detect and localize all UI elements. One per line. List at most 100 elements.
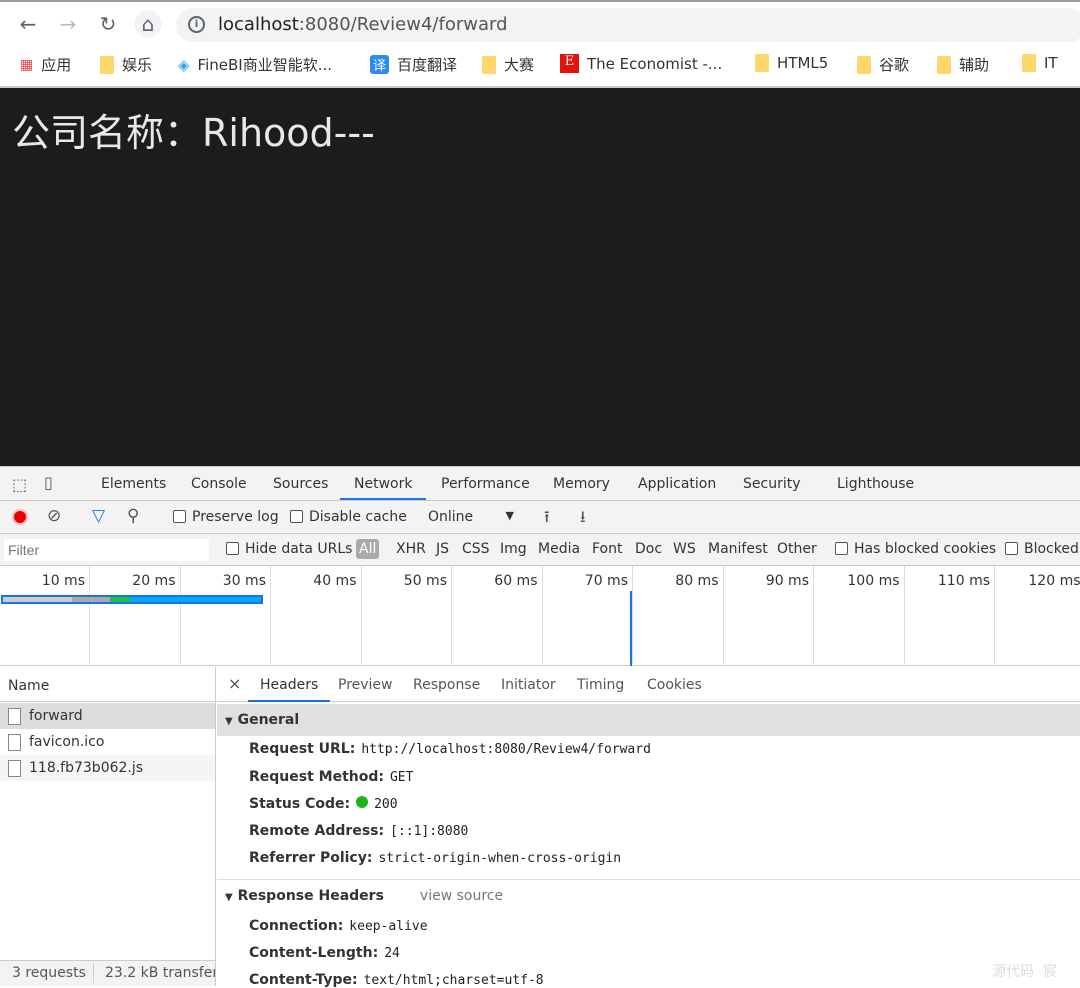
document-icon bbox=[8, 708, 21, 725]
watermark: 源代码 宸 bbox=[992, 961, 1057, 981]
bookmark-folder[interactable]: 谷歌 bbox=[857, 54, 909, 75]
forward-icon[interactable]: → bbox=[54, 10, 82, 38]
type-filter-manifest[interactable]: Manifest bbox=[708, 541, 768, 557]
tab-lighthouse[interactable]: Lighthouse bbox=[837, 476, 914, 492]
script-file-icon bbox=[8, 760, 21, 777]
request-bar-forward bbox=[1, 595, 263, 604]
inspect-element-icon[interactable]: ⬚ bbox=[12, 475, 27, 494]
page-content: 公司名称：Rihood--- bbox=[0, 88, 1080, 466]
response-headers-section-header[interactable]: ▼ Response Headersview source bbox=[217, 880, 1080, 912]
type-filter-font[interactable]: Font bbox=[592, 541, 622, 557]
tab-console[interactable]: Console bbox=[191, 476, 247, 492]
filter-bar: Hide data URLs All XHR JS CSS Img Media … bbox=[0, 534, 1080, 566]
hide-data-urls-checkbox[interactable]: Hide data URLs bbox=[226, 541, 352, 557]
bookmark-folder[interactable]: HTML5 bbox=[755, 54, 828, 72]
response-header-row: Content-Length:24 bbox=[249, 945, 400, 961]
tab-sources[interactable]: Sources bbox=[273, 476, 328, 492]
preserve-log-checkbox[interactable]: Preserve log bbox=[173, 509, 279, 525]
type-filter-css[interactable]: CSS bbox=[462, 541, 490, 557]
bookmark-baidu-translate[interactable]: 译百度翻译 bbox=[370, 54, 457, 75]
network-toolbar: ⊘ ▽ ⚲ Preserve log Disable cache Online▼… bbox=[0, 501, 1080, 534]
tab-memory[interactable]: Memory bbox=[553, 476, 610, 492]
timeline-tick: 20 ms bbox=[91, 566, 181, 666]
search-icon[interactable]: ⚲ bbox=[127, 506, 139, 526]
tab-timing[interactable]: Timing bbox=[577, 677, 624, 693]
type-filter-ws[interactable]: WS bbox=[673, 541, 696, 557]
type-filter-other[interactable]: Other bbox=[777, 541, 817, 557]
disable-cache-checkbox[interactable]: Disable cache bbox=[290, 509, 407, 525]
tab-elements[interactable]: Elements bbox=[101, 476, 166, 492]
tab-response[interactable]: Response bbox=[413, 677, 480, 693]
collapse-triangle-icon: ▼ bbox=[225, 892, 233, 903]
record-icon[interactable] bbox=[12, 509, 28, 525]
blocked-requests-checkbox[interactable]: Blocked bbox=[1005, 541, 1079, 557]
view-source-link[interactable]: view source bbox=[420, 888, 503, 904]
tab-security[interactable]: Security bbox=[743, 476, 801, 492]
bookmark-economist[interactable]: EThe Economist -... bbox=[560, 54, 722, 73]
has-blocked-cookies-checkbox[interactable]: Has blocked cookies bbox=[835, 541, 996, 557]
timeline-tick: 70 ms bbox=[543, 566, 633, 666]
browser-toolbar: ← → ↻ ⌂ i localhost:8080/Review4/forward bbox=[0, 0, 1080, 42]
tab-performance[interactable]: Performance bbox=[441, 476, 530, 492]
tab-application[interactable]: Application bbox=[638, 476, 716, 492]
timeline-tick: 120 ms bbox=[996, 566, 1080, 666]
general-section-header[interactable]: ▼ General bbox=[217, 704, 1080, 736]
export-har-icon[interactable]: ⭳ bbox=[580, 506, 586, 533]
referrer-policy-row: Referrer Policy:strict-origin-when-cross… bbox=[249, 850, 621, 866]
transferred-size: 23.2 kB transferr bbox=[105, 965, 216, 981]
timeline-tick: 110 ms bbox=[905, 566, 995, 666]
timeline-tick: 80 ms bbox=[634, 566, 724, 666]
network-summary: 3 requests 23.2 kB transferr bbox=[0, 960, 216, 986]
site-info-icon[interactable]: i bbox=[188, 16, 205, 33]
request-url-row: Request URL:http://localhost:8080/Review… bbox=[249, 741, 651, 757]
reload-icon[interactable]: ↻ bbox=[94, 10, 122, 38]
home-icon[interactable]: ⌂ bbox=[134, 10, 162, 38]
bookmark-apps[interactable]: ▦应用 bbox=[20, 54, 71, 75]
bookmark-folder[interactable]: 辅助 bbox=[937, 54, 989, 75]
timeline-tick: 50 ms bbox=[362, 566, 452, 666]
import-har-icon[interactable]: ⭱ bbox=[544, 506, 550, 533]
bookmark-finebi[interactable]: ◈FineBI商业智能软... bbox=[178, 54, 332, 75]
tab-initiator[interactable]: Initiator bbox=[501, 677, 556, 693]
bookmark-folder[interactable]: IT bbox=[1022, 54, 1058, 72]
load-event-marker bbox=[630, 591, 632, 666]
folder-icon bbox=[1022, 54, 1036, 72]
request-row[interactable]: forward bbox=[0, 703, 215, 729]
url-host: localhost bbox=[218, 14, 299, 35]
type-filter-media[interactable]: Media bbox=[538, 541, 580, 557]
close-icon[interactable]: × bbox=[228, 674, 241, 693]
folder-icon bbox=[937, 56, 951, 74]
address-bar[interactable]: i localhost:8080/Review4/forward bbox=[176, 8, 1080, 42]
request-row[interactable]: favicon.ico bbox=[0, 729, 215, 755]
request-method-row: Request Method:GET bbox=[249, 769, 413, 785]
device-toolbar-icon[interactable]: ▯ bbox=[44, 473, 53, 492]
name-column-header[interactable]: Name bbox=[0, 670, 215, 702]
tab-preview[interactable]: Preview bbox=[338, 677, 393, 693]
type-filter-doc[interactable]: Doc bbox=[635, 541, 662, 557]
filter-icon[interactable]: ▽ bbox=[92, 506, 105, 526]
type-filter-all[interactable]: All bbox=[356, 539, 379, 559]
bookmark-folder[interactable]: 娱乐 bbox=[100, 54, 152, 75]
dropdown-arrow-icon: ▼ bbox=[506, 509, 514, 522]
tab-cookies[interactable]: Cookies bbox=[647, 677, 702, 693]
timeline-tick: 90 ms bbox=[724, 566, 814, 666]
apps-grid-icon: ▦ bbox=[20, 57, 33, 73]
network-overview[interactable]: 10 ms20 ms30 ms40 ms50 ms60 ms70 ms80 ms… bbox=[0, 566, 1080, 666]
filter-input[interactable] bbox=[4, 539, 209, 561]
throttling-select[interactable]: Online▼ bbox=[428, 509, 518, 525]
tab-network[interactable]: Network bbox=[340, 476, 426, 500]
type-filter-xhr[interactable]: XHR bbox=[396, 541, 426, 557]
clear-icon[interactable]: ⊘ bbox=[47, 506, 61, 526]
type-filter-js[interactable]: JS bbox=[436, 541, 449, 557]
request-row[interactable]: 118.fb73b062.js bbox=[0, 755, 215, 781]
folder-icon bbox=[857, 56, 871, 74]
folder-icon bbox=[100, 56, 114, 74]
status-code-row: Status Code:200 bbox=[249, 796, 398, 812]
tab-headers[interactable]: Headers bbox=[248, 677, 330, 702]
type-filter-img[interactable]: Img bbox=[500, 541, 527, 557]
bookmark-folder[interactable]: 大赛 bbox=[482, 54, 534, 75]
back-icon[interactable]: ← bbox=[14, 10, 42, 38]
response-header-row: Connection:keep-alive bbox=[249, 918, 428, 934]
timeline-tick: 100 ms bbox=[815, 566, 905, 666]
folder-icon bbox=[482, 56, 496, 74]
